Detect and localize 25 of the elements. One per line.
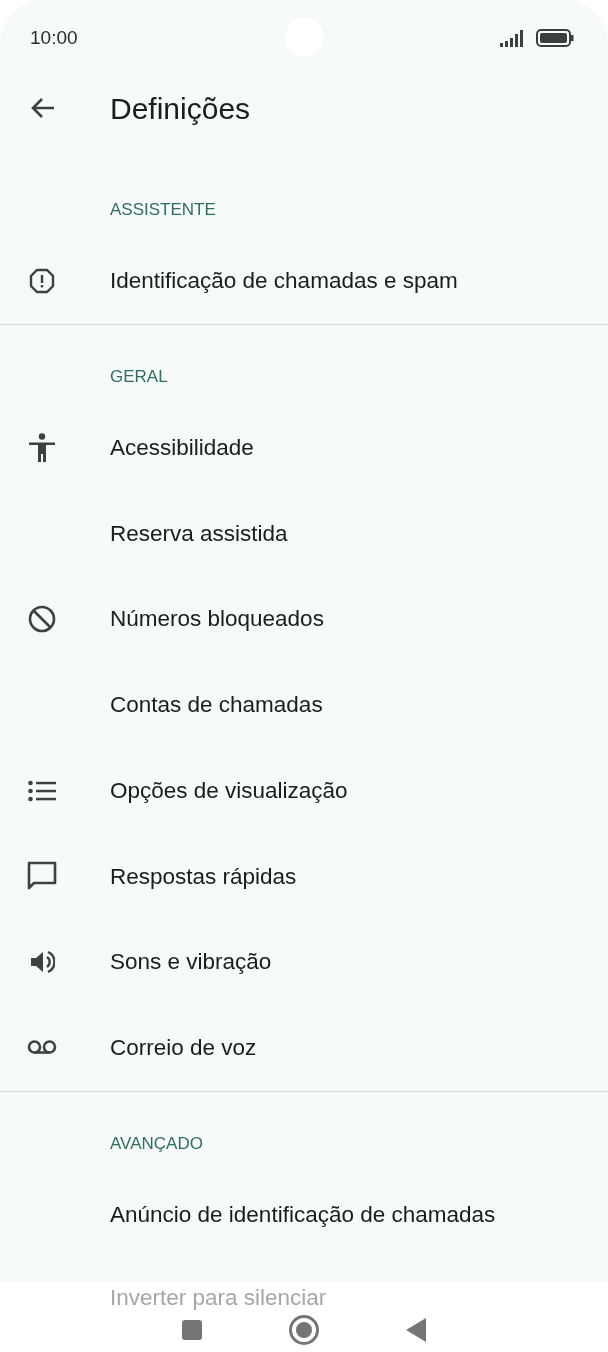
battery-icon <box>536 29 574 47</box>
status-time: 10:00 <box>30 25 78 50</box>
speaker-icon <box>29 949 55 976</box>
settings-item[interactable]: Reserva assistida <box>0 490 608 577</box>
section-header: ASSISTENTE <box>110 200 216 219</box>
settings-item[interactable]: Identificação de chamadas e spam <box>0 238 608 324</box>
settings-item[interactable]: Sons e vibração <box>0 919 608 1005</box>
settings-item[interactable]: Acessibilidade <box>0 404 608 491</box>
home-button[interactable] <box>288 1312 320 1348</box>
screen-title: Definições <box>110 90 251 127</box>
section-header: GERAL <box>110 366 168 386</box>
back-arrow-icon <box>30 96 56 120</box>
section-header: AVANÇADO <box>110 1133 203 1153</box>
alert-icon <box>29 267 55 294</box>
settings-item[interactable]: Respostas rápidas <box>0 833 608 920</box>
list-icon <box>28 779 56 802</box>
settings-item[interactable]: Correio de voz <box>0 1005 608 1091</box>
accessibility-icon <box>28 432 56 463</box>
settings-item[interactable]: Anúncio de identificação de chamadas <box>0 1171 608 1258</box>
voicemail-icon <box>27 1039 57 1056</box>
message-icon <box>27 861 57 892</box>
block-icon <box>28 605 56 634</box>
settings-item[interactable]: Contas de chamadas <box>0 662 608 748</box>
settings-item[interactable]: Números bloqueados <box>0 576 608 662</box>
settings-item[interactable]: Opções de visualização <box>0 747 608 834</box>
